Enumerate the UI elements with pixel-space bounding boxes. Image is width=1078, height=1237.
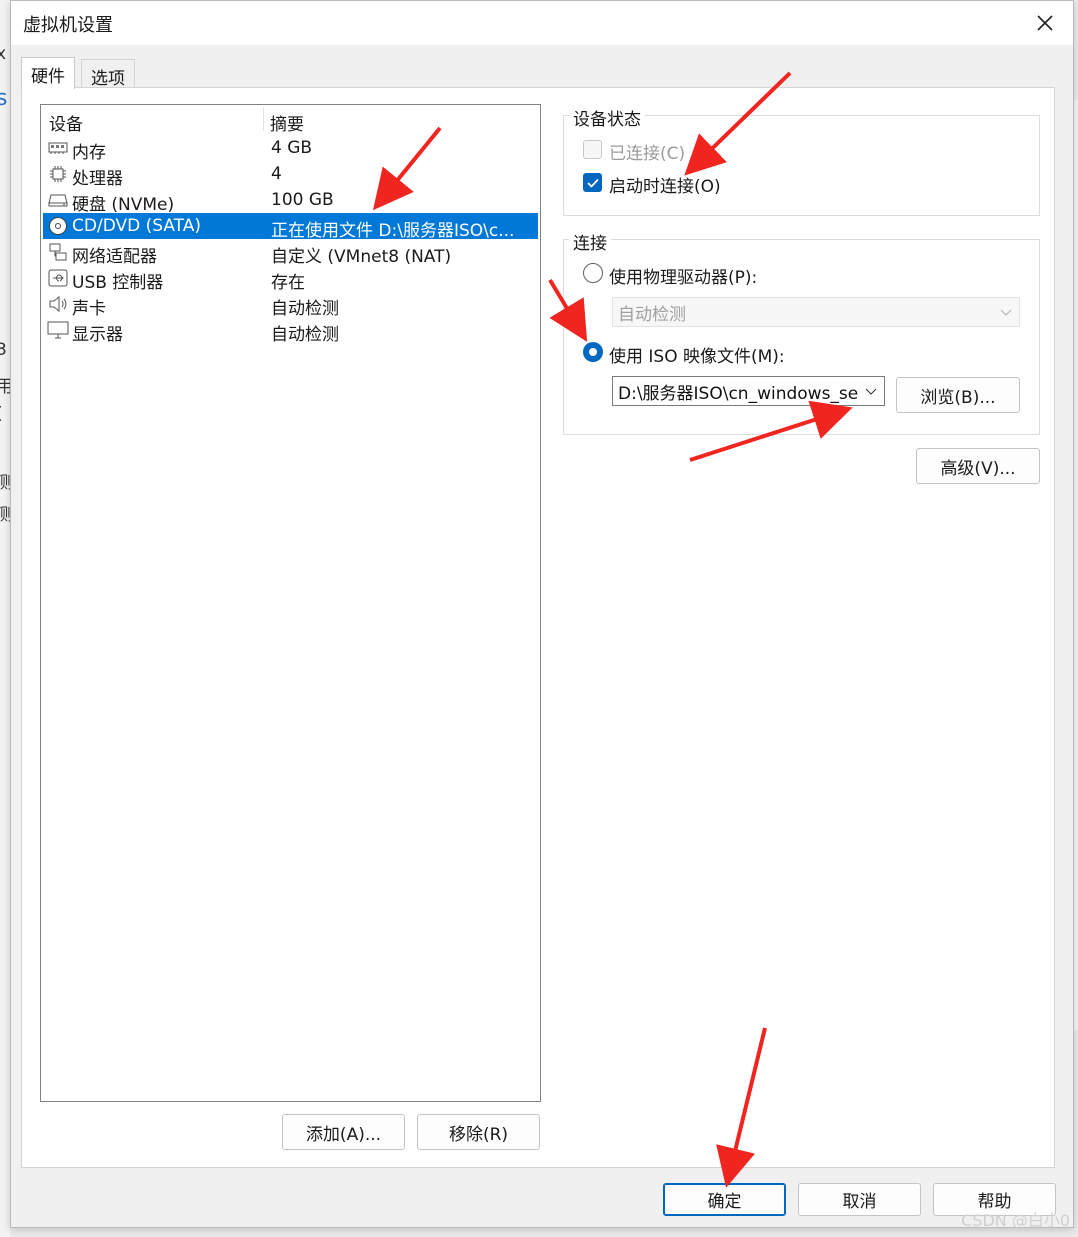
ok-button[interactable]: 确定: [663, 1183, 786, 1216]
device-summary: 正在使用文件 D:\服务器ISO\c...: [271, 221, 515, 241]
device-row-display[interactable]: 显示器 自动检测: [43, 317, 538, 345]
device-name: 硬盘 (NVMe): [72, 195, 175, 215]
cd-dvd-icon: [47, 216, 69, 236]
connected-checkbox[interactable]: [583, 140, 602, 159]
device-status-group: [563, 115, 1040, 216]
display-icon: [47, 320, 69, 340]
tab-options[interactable]: 选项: [81, 59, 135, 89]
device-name: 声卡: [72, 299, 106, 319]
physical-drive-label: 使用物理驱动器(P):: [609, 268, 758, 288]
iso-path-value: D:\服务器ISO\cn_windows_se: [618, 383, 858, 404]
physical-drive-select[interactable]: 自动检测: [612, 297, 1020, 327]
connected-label: 已连接(C): [609, 144, 686, 164]
device-row-sound[interactable]: 声卡 自动检测: [43, 291, 538, 319]
device-row-network-adapter[interactable]: 网络适配器 自定义 (VMnet8 (NAT): [43, 239, 538, 267]
device-summary: 自动检测: [271, 299, 339, 319]
device-row-processor[interactable]: 处理器 4: [43, 161, 538, 189]
device-name: 网络适配器: [72, 247, 157, 267]
usb-icon: [47, 268, 69, 288]
checkmark-icon: [586, 178, 599, 188]
device-name: 处理器: [72, 169, 123, 189]
chevron-down-icon: [1000, 309, 1012, 316]
background-text: s: [0, 86, 8, 111]
close-icon: [1037, 15, 1053, 31]
watermark: CSDN @白小0: [961, 1211, 1070, 1230]
device-list[interactable]: 设备 摘要 内存 4 GB 处理器 4 硬盘 (NVMe) 100 GB CD/…: [40, 104, 541, 1102]
column-header-device[interactable]: 设备: [49, 110, 83, 135]
device-row-disk[interactable]: 硬盘 (NVMe) 100 GB: [43, 187, 538, 215]
device-name: 显示器: [72, 325, 123, 345]
column-header-summary[interactable]: 摘要: [270, 110, 304, 135]
window-title: 虚拟机设置: [23, 15, 113, 36]
close-button[interactable]: [1023, 5, 1067, 41]
network-adapter-icon: [47, 242, 69, 262]
tab-hardware[interactable]: 硬件: [21, 57, 75, 89]
iso-path-combobox[interactable]: D:\服务器ISO\cn_windows_se: [612, 376, 885, 406]
physical-drive-radio[interactable]: [583, 263, 603, 283]
connect-at-power-on-label: 启动时连接(O): [609, 177, 721, 197]
cancel-button[interactable]: 取消: [798, 1183, 921, 1216]
remove-button[interactable]: 移除(R): [417, 1114, 540, 1150]
advanced-button[interactable]: 高级(V)...: [916, 448, 1040, 484]
browse-button[interactable]: 浏览(B)...: [896, 377, 1020, 413]
connection-title: 连接: [569, 229, 611, 254]
device-summary: 自动检测: [271, 325, 339, 345]
processor-icon: [47, 164, 69, 184]
background-text: 3: [0, 340, 7, 360]
device-summary: 自定义 (VMnet8 (NAT): [271, 247, 452, 267]
device-summary: 100 GB: [271, 190, 334, 210]
device-row-usb[interactable]: USB 控制器 存在: [43, 265, 538, 293]
sound-icon: [47, 294, 69, 314]
add-button[interactable]: 添加(A)...: [282, 1114, 405, 1150]
background-text: x: [0, 44, 7, 64]
device-status-title: 设备状态: [569, 105, 645, 130]
radio-dot: [589, 348, 597, 356]
column-divider[interactable]: [263, 107, 264, 131]
chevron-down-icon: [865, 388, 877, 395]
device-summary: 4 GB: [271, 138, 313, 158]
background-text: (: [0, 404, 3, 424]
list-header: 设备 摘要: [41, 105, 540, 135]
memory-icon: [47, 138, 69, 158]
background-window-edge: [0, 0, 10, 1237]
device-row-cd-dvd[interactable]: CD/DVD (SATA) 正在使用文件 D:\服务器ISO\c...: [43, 213, 538, 241]
device-name: 内存: [72, 143, 106, 163]
device-name: USB 控制器: [72, 273, 164, 293]
iso-image-label: 使用 ISO 映像文件(M):: [609, 347, 785, 367]
device-name: CD/DVD (SATA): [72, 216, 201, 236]
device-summary: 存在: [271, 273, 305, 293]
physical-drive-value: 自动检测: [618, 304, 686, 325]
device-row-memory[interactable]: 内存 4 GB: [43, 135, 538, 163]
title-bar: 虚拟机设置: [11, 1, 1073, 45]
disk-icon: [47, 190, 69, 210]
vm-settings-dialog: 虚拟机设置 硬件 选项 设备 摘要 内存 4 GB 处理器 4 硬盘 (NVMe…: [10, 0, 1074, 1228]
iso-image-radio[interactable]: [583, 342, 603, 362]
device-summary: 4: [271, 164, 282, 184]
connect-at-power-on-checkbox[interactable]: [583, 173, 602, 192]
